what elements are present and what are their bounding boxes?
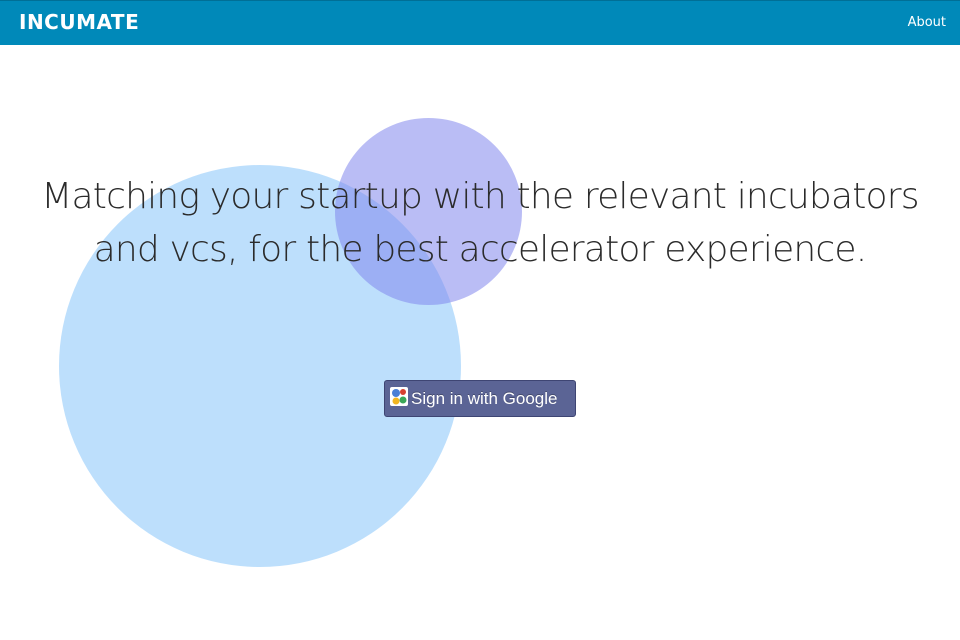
about-link[interactable]: About — [908, 14, 946, 32]
hero-headline-line-1: Matching your startup with the relevant … — [41, 176, 919, 217]
top-navbar: INCUMATE About — [0, 0, 960, 45]
google-icon — [390, 387, 408, 406]
sign-in-button-label: Sign in with Google — [411, 389, 558, 408]
brand-logo[interactable]: INCUMATE — [19, 9, 139, 35]
hero-headline: Matching your startup with the relevant … — [0, 170, 960, 276]
hero-headline-line-2: and vcs, for the best accelerator experi… — [93, 229, 868, 270]
sign-in-with-google-button[interactable]: Sign in with Google — [384, 380, 576, 417]
